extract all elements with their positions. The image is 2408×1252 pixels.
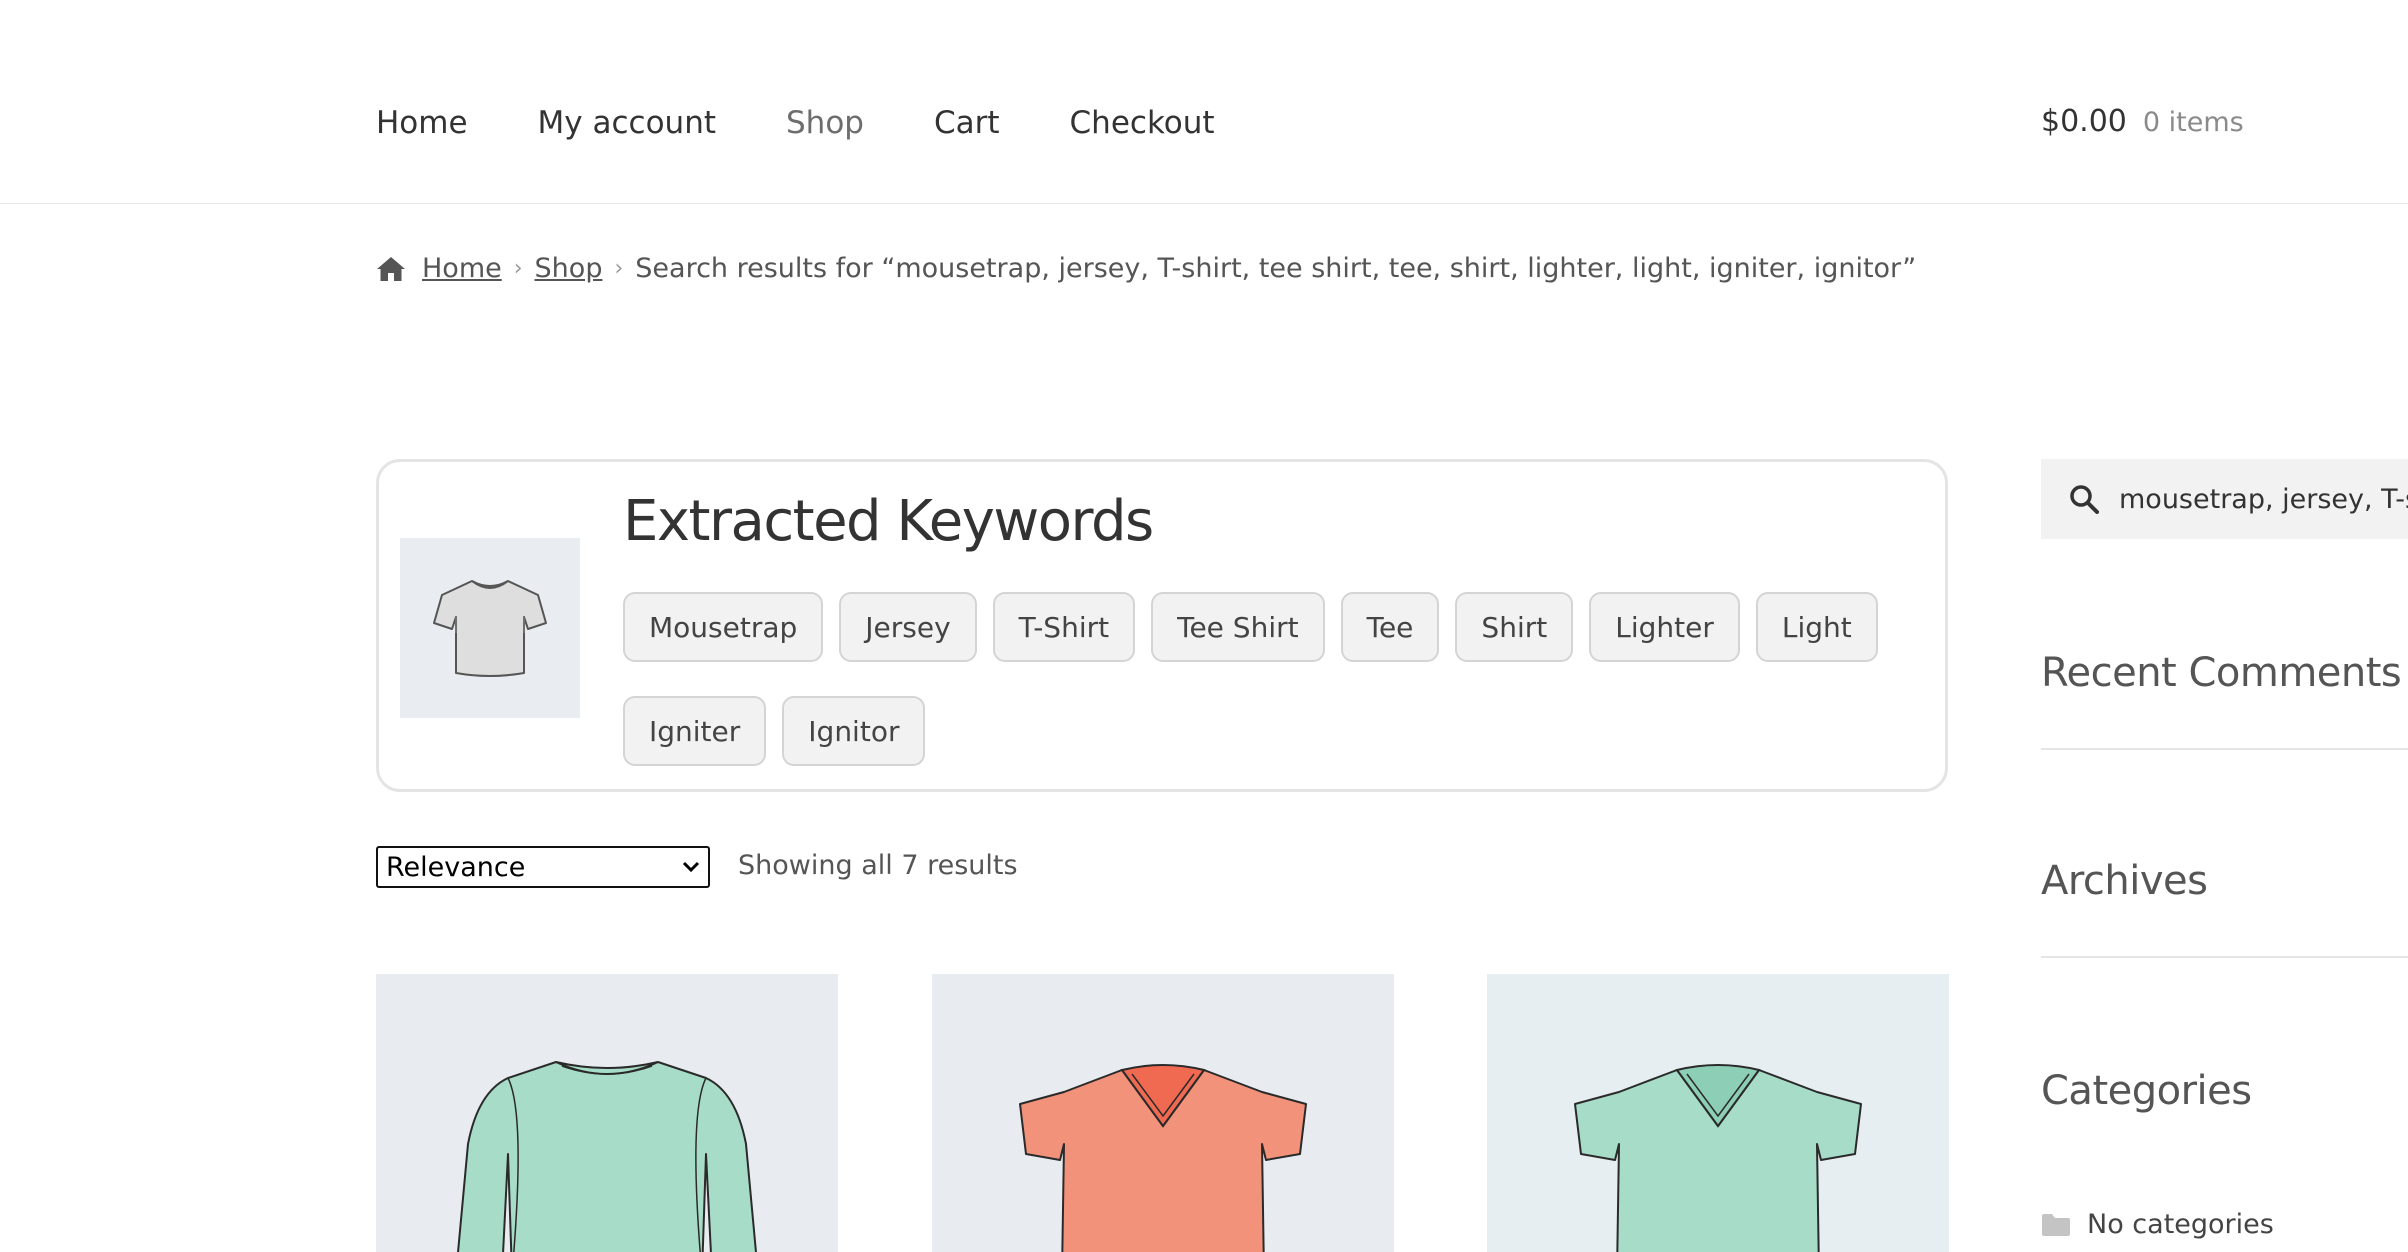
cart-amount: $0.00 [2041,104,2127,139]
keyword-chip[interactable]: Light [1755,592,1878,662]
breadcrumb-shop[interactable]: Shop [535,253,603,284]
nav-home[interactable]: Home [376,102,468,144]
keyword-chip[interactable]: Lighter [1589,592,1740,662]
home-icon [377,256,405,281]
keyword-chip[interactable]: Igniter [623,696,767,766]
breadcrumb: Home › Shop › Search results for “mouset… [376,253,1916,284]
v-neck-tshirt-icon [1487,974,1949,1252]
product-card[interactable] [376,974,838,1252]
nav-my-account[interactable]: My account [538,102,716,144]
search-value: mousetrap, jersey, T-shirt, tee shirt, t… [2119,483,2408,515]
widget-divider [2041,748,2408,750]
recent-comments-title: Recent Comments [2041,650,2402,696]
query-image-thumbnail [400,538,580,718]
breadcrumb-home[interactable]: Home [422,253,502,284]
keyword-chip[interactable]: Shirt [1455,592,1574,662]
category-item: No categories [2041,1209,2274,1240]
result-count: Showing all 7 results [738,850,1018,881]
long-sleeve-shirt-icon [376,974,838,1252]
nav-checkout[interactable]: Checkout [1070,102,1215,144]
primary-navigation: Home My account Shop Cart Checkout [376,102,1285,144]
widget-divider [2041,956,2408,958]
v-neck-tshirt-icon [932,974,1394,1252]
keywords-title: Extracted Keywords [623,489,1154,554]
nav-shop[interactable]: Shop [786,102,864,144]
sort-select[interactable]: Relevance [376,846,710,888]
chevron-down-icon [682,861,700,873]
site-header: Home My account Shop Cart Checkout $0.00… [0,0,2408,204]
keyword-chip[interactable]: T-Shirt [992,592,1136,662]
categories-title: Categories [2041,1068,2252,1114]
chevron-right-icon: › [513,256,523,281]
extracted-keywords-panel: Extracted Keywords Mousetrap Jersey T-Sh… [376,459,1948,792]
product-card[interactable] [1487,974,1949,1252]
keyword-chip[interactable]: Tee Shirt [1151,592,1325,662]
keyword-chip[interactable]: Ignitor [782,696,926,766]
tshirt-icon [433,580,547,677]
sort-selected-value: Relevance [386,851,526,883]
keyword-chip[interactable]: Tee [1340,592,1440,662]
keyword-chip[interactable]: Mousetrap [623,592,824,662]
archives-title: Archives [2041,858,2208,904]
search-input[interactable]: mousetrap, jersey, T-shirt, tee shirt, t… [2041,459,2408,539]
folder-icon [2042,1213,2070,1236]
keyword-chip-list: Mousetrap Jersey T-Shirt Tee Shirt Tee S… [623,592,1933,766]
shop-page: Home My account Shop Cart Checkout $0.00… [0,0,2408,1252]
header-cart[interactable]: $0.00 0 items [2041,104,2244,139]
chevron-right-icon: › [614,256,624,281]
cart-item-count: 0 items [2142,107,2244,138]
search-icon [2070,485,2099,514]
no-categories-text: No categories [2087,1209,2274,1240]
nav-cart[interactable]: Cart [934,102,1000,144]
product-card[interactable] [932,974,1394,1252]
breadcrumb-current: Search results for “mousetrap, jersey, T… [635,253,1917,284]
keyword-chip[interactable]: Jersey [839,592,977,662]
